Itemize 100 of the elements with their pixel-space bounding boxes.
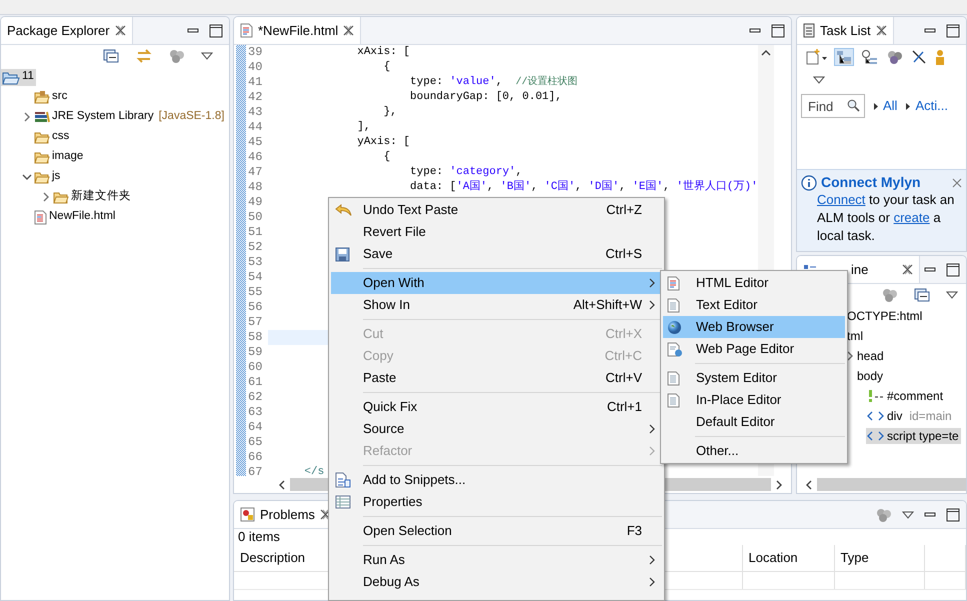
- triangle-icon: [873, 102, 879, 110]
- tree-item[interactable]: NewFile.html: [33, 208, 118, 226]
- column-header[interactable]: Type: [834, 544, 924, 572]
- folder-icon: [34, 130, 50, 144]
- view-menu-icon[interactable]: [946, 291, 958, 299]
- filter-link[interactable]: All: [883, 98, 898, 114]
- snippet-icon: [335, 472, 351, 488]
- view-tab[interactable]: Package Explorer: [1, 17, 133, 44]
- cross-out-icon[interactable]: [911, 49, 927, 65]
- globe-icon: [667, 320, 682, 334]
- tree-item[interactable]: image: [33, 149, 86, 165]
- tree-item[interactable]: OCTYPE:html: [846, 308, 924, 324]
- column-header[interactable]: Location: [742, 544, 834, 572]
- folder-icon: [2, 70, 20, 84]
- tag-icon: [867, 430, 884, 442]
- menu-item[interactable]: Text Editor: [663, 294, 845, 316]
- close-icon[interactable]: [114, 25, 126, 36]
- notification-title: Connect Mylyn: [821, 174, 921, 191]
- problems-icon: [240, 507, 255, 522]
- page-globe-icon: [667, 342, 683, 356]
- clipboard-icon: [803, 23, 815, 38]
- scroll-left-icon[interactable]: [805, 480, 813, 490]
- close-icon[interactable]: [343, 25, 354, 36]
- tree-item[interactable]: tml: [846, 328, 865, 344]
- info-icon: [801, 174, 817, 191]
- tree-item[interactable]: css: [33, 129, 72, 145]
- new-task-icon[interactable]: [805, 49, 827, 65]
- menu-item[interactable]: Source: [331, 418, 662, 440]
- tree-item[interactable]: js: [33, 169, 62, 185]
- scroll-right-icon[interactable]: [775, 480, 783, 490]
- menu-item[interactable]: Revert File: [331, 221, 662, 243]
- scroll-left-icon[interactable]: [278, 480, 286, 490]
- close-icon[interactable]: [902, 264, 914, 275]
- close-icon[interactable]: [876, 25, 887, 36]
- code-line: xAxis: [: [356, 46, 410, 60]
- maximize-button[interactable]: [946, 508, 960, 522]
- code-line: </s: [303, 466, 324, 480]
- menu-item[interactable]: Quick Fix Ctrl+1: [331, 396, 662, 418]
- tree-item[interactable]: script type=te: [866, 428, 961, 444]
- maximize-button[interactable]: [771, 24, 785, 38]
- menu-item[interactable]: Undo Text Paste Ctrl+Z: [331, 199, 662, 221]
- spheres-icon[interactable]: [169, 49, 185, 63]
- menu-item[interactable]: Web Browser: [663, 316, 845, 338]
- triangle-icon: [905, 102, 912, 110]
- file-icon: [240, 23, 253, 38]
- find-field[interactable]: Find: [801, 94, 865, 118]
- menu-item[interactable]: Other...: [663, 440, 845, 462]
- collapse-all-icon[interactable]: [914, 288, 930, 302]
- schedule-view-icon[interactable]: [861, 49, 879, 65]
- menu-item[interactable]: Default Editor: [663, 411, 845, 433]
- spheres-icon[interactable]: [887, 50, 903, 64]
- close-icon[interactable]: [952, 178, 962, 188]
- menu-item[interactable]: Web Page Editor: [663, 338, 845, 360]
- tree-item[interactable]: head: [856, 348, 886, 364]
- folder-icon: [34, 150, 50, 164]
- folder-icon: [34, 170, 50, 184]
- menu-item[interactable]: Save Ctrl+S: [331, 243, 662, 265]
- maximize-button[interactable]: [946, 24, 960, 38]
- scroll-up-icon[interactable]: [760, 49, 771, 57]
- menu-item[interactable]: In-Place Editor: [663, 389, 845, 411]
- view-menu-icon[interactable]: [813, 76, 825, 84]
- menu-item[interactable]: Show In Alt+Shift+W: [331, 294, 662, 316]
- tree-item[interactable]: #comment: [866, 388, 946, 404]
- menu-item[interactable]: Run As: [331, 549, 662, 571]
- tag-icon: [867, 410, 884, 422]
- menu-item[interactable]: System Editor: [663, 367, 845, 389]
- code-line: {: [382, 60, 390, 74]
- collapse-all-icon[interactable]: [103, 49, 119, 63]
- filter-link[interactable]: Acti...: [915, 98, 948, 114]
- view-tab[interactable]: *NewFile.html: [234, 17, 362, 44]
- link[interactable]: create: [894, 210, 930, 225]
- code-line: data: ['A国', 'B国', 'C国', 'D国', 'E国', '世界人口(万)': [409, 180, 758, 194]
- view-menu-icon[interactable]: [902, 510, 914, 518]
- tree-item[interactable]: src: [33, 89, 70, 105]
- tree-item[interactable]: body: [856, 368, 886, 384]
- menu-item[interactable]: Paste Ctrl+V: [331, 367, 662, 389]
- maximize-button[interactable]: [946, 262, 960, 276]
- view-menu-icon[interactable]: [201, 52, 213, 60]
- file-icon: [667, 276, 680, 290]
- menu-item[interactable]: Debug As: [331, 571, 662, 593]
- menu-item[interactable]: Add to Snippets...: [331, 469, 662, 491]
- close-icon[interactable]: [320, 509, 331, 520]
- spheres-icon[interactable]: [882, 288, 898, 302]
- notification-text: Connect to your task an ALM tools or create a local task.: [816, 191, 956, 245]
- document-icon: [667, 298, 680, 312]
- link[interactable]: Connect: [817, 192, 866, 207]
- tree-item[interactable]: JRE System Library [JavaSE-1.8]: [33, 109, 226, 125]
- tree-item[interactable]: div id=main: [866, 408, 954, 424]
- spheres-icon[interactable]: [876, 508, 892, 522]
- tree-item[interactable]: 新建文件夹: [52, 189, 133, 205]
- view-tab[interactable]: Task List: [797, 17, 894, 44]
- tree-view-icon[interactable]: [835, 49, 853, 65]
- tree-item[interactable]: 11: [1, 68, 36, 86]
- menu-item[interactable]: Open With: [331, 272, 662, 294]
- file-icon: [34, 210, 47, 224]
- item-count: 0 items: [238, 529, 280, 544]
- books-icon: [34, 110, 50, 124]
- maximize-button[interactable]: [209, 24, 223, 38]
- table-icon: [335, 495, 351, 509]
- document-icon: [667, 392, 680, 408]
